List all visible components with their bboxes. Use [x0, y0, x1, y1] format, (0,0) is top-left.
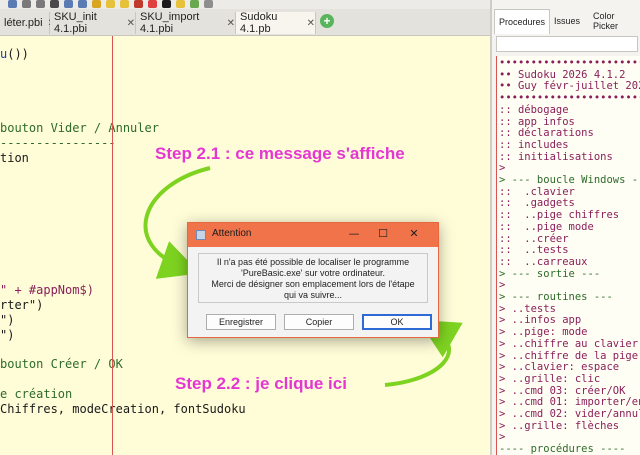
message-line: Merci de désigner son emplacement lors d… — [211, 279, 415, 289]
annotation-step-2-2: Step 2.2 : je clique ici — [175, 374, 347, 393]
maximize-icon[interactable]: ☐ — [375, 227, 391, 241]
close-icon[interactable]: ✕ — [406, 227, 422, 241]
message-line: qui va suivre... — [283, 290, 343, 300]
dialog-message: Il n'a pas été possible de localiser le … — [198, 253, 428, 303]
annotation-step-2-1: Step 2.1 : ce message s'affiche — [155, 144, 405, 163]
message-line: Il n'a pas été possible de localiser le … — [216, 257, 410, 267]
message-line: 'PureBasic.exe' sur votre ordinateur. — [240, 268, 385, 278]
register-button[interactable]: Enregistrer — [206, 314, 276, 330]
attention-dialog: Attention — ☐ ✕ Il n'a pas été possible … — [187, 222, 439, 338]
window-icon — [196, 230, 206, 240]
minimize-icon[interactable]: — — [346, 227, 362, 241]
dialog-title-bar[interactable]: Attention — ☐ ✕ — [188, 223, 438, 247]
copy-button[interactable]: Copier — [284, 314, 354, 330]
dialog-title: Attention — [212, 228, 252, 239]
ok-button[interactable]: OK — [362, 314, 432, 330]
